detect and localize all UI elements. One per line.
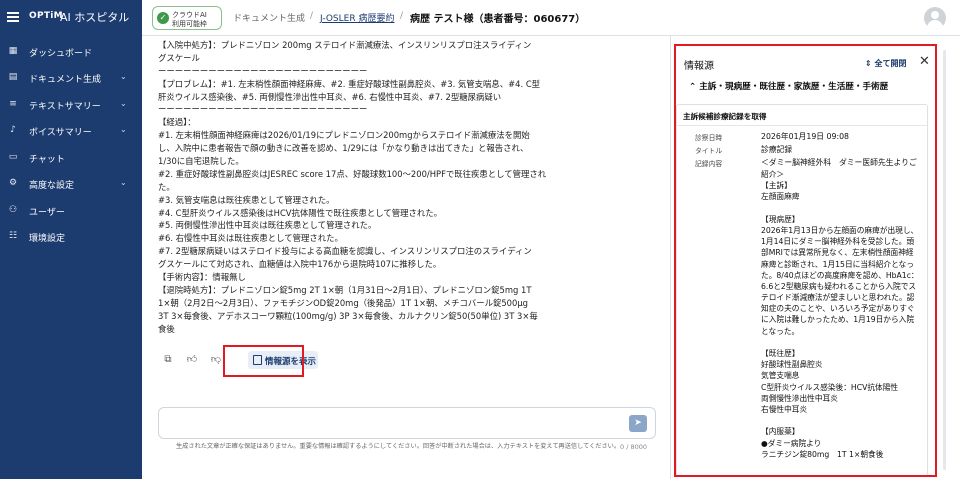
chat-main: 【入院中処方】：プレドニゾロン 200mg ステロイド漸減療法、インスリンリスプ… bbox=[142, 36, 670, 479]
brand-logo: OPTiM bbox=[29, 11, 63, 21]
sidebar-item-preferences[interactable]: ☷ 環境設定 bbox=[0, 225, 142, 249]
check-icon: ✓ bbox=[157, 12, 169, 24]
sidebar-item-document-generation[interactable]: ▤ ドキュメント生成 ⌄ bbox=[0, 66, 142, 90]
message-line: 食後 bbox=[158, 323, 175, 334]
sidebar-item-users[interactable]: ⚇ ユーザー bbox=[0, 199, 142, 223]
sidebar-item-dashboard[interactable]: ▦ ダッシュボード bbox=[0, 40, 142, 64]
breadcrumb-josler-link[interactable]: J-OSLER 病歴要約 bbox=[320, 11, 394, 24]
gear-icon: ⚙ bbox=[8, 178, 18, 188]
sidebar-item-voice-summary[interactable]: ♪ ボイスサマリー ⌄ bbox=[0, 119, 142, 143]
message-line: 【手術内容】：情報無し bbox=[158, 272, 246, 283]
message-line: 【入院中処方】：プレドニゾロン 200mg ステロイド漸減療法、インスリンリスプ… bbox=[158, 40, 532, 50]
chevron-down-icon: ⌄ bbox=[120, 72, 127, 81]
highlight-box bbox=[223, 345, 304, 377]
thumbs-down-icon[interactable]: 👎︎ bbox=[210, 354, 222, 366]
message-line: 【退院時処方】：プレドニゾロン錠5mg 2T 1×朝（1月31日～2月1日）、プ… bbox=[158, 284, 532, 295]
sidebar-item-label: ドキュメント生成 bbox=[29, 75, 102, 85]
sidebar-item-label: チャット bbox=[29, 155, 65, 165]
message-line: #2. 重症好酸球性副鼻腔炎はJESREC score 17点、好酸球数100～… bbox=[158, 168, 547, 179]
chevron-down-icon: ⌄ bbox=[120, 125, 127, 134]
sidebar-item-text-summary[interactable]: ≡ テキストサマリー ⌄ bbox=[0, 93, 142, 117]
sidebar-item-label: テキストサマリー bbox=[29, 102, 101, 112]
sidebar-item-label: ダッシュボード bbox=[29, 49, 93, 59]
user-avatar[interactable] bbox=[924, 7, 946, 29]
message-line: #7. 2型糖尿病疑いはステロイド投与による高血糖を認識し、インスリンリスプロ注… bbox=[158, 246, 532, 257]
cloud-badge-line2: 利用可能枠 bbox=[172, 20, 207, 28]
sidebar-item-label: ボイスサマリー bbox=[29, 128, 92, 138]
message-line: #4. C型肝炎ウイルス感染後はHCV抗体陽性で既往疾患として管理された。 bbox=[158, 207, 443, 218]
panel-scrollbar[interactable] bbox=[939, 44, 948, 477]
message-line: #5. 両側慢性滲出性中耳炎は既往疾患として管理された。 bbox=[158, 220, 377, 231]
breadcrumb-separator: / bbox=[400, 11, 404, 21]
sidebar-item-advanced-settings[interactable]: ⚙ 高度な設定 ⌄ bbox=[0, 172, 142, 196]
document-icon: ▤ bbox=[8, 72, 18, 82]
send-button[interactable]: ➤ bbox=[629, 415, 647, 432]
chat-icon: ▭ bbox=[8, 152, 18, 162]
settings-icon: ☷ bbox=[8, 231, 18, 241]
message-line: ーーーーーーーーーーーーーーーーーーーーーーーーー bbox=[158, 104, 368, 115]
sidebar-item-chat[interactable]: ▭ チャット bbox=[0, 146, 142, 170]
message-line: #3. 気管支喘息は既往疾患として管理された。 bbox=[158, 194, 335, 205]
message-line: 1/30に自宅退院した。 bbox=[158, 156, 244, 167]
users-icon: ⚇ bbox=[8, 205, 18, 215]
copy-icon[interactable]: ⧉ bbox=[162, 354, 174, 366]
grid-icon: ▦ bbox=[8, 46, 18, 56]
message-line: ーーーーーーーーーーーーーーーーーーーーーーーーー bbox=[158, 65, 368, 76]
message-line: 【プロブレム】：#1. 左末梢性顔面神経麻痺、#2. 重症好酸球性副鼻腔炎、#3… bbox=[158, 78, 541, 89]
message-line: #1. 左末梢性顔面神経麻痺は2026/01/19にプレドニゾロン200mgから… bbox=[158, 130, 530, 141]
chat-input[interactable]: ➤ bbox=[158, 407, 656, 439]
chevron-down-icon: ⌄ bbox=[120, 178, 127, 187]
assistant-message: 【入院中処方】：プレドニゾロン 200mg ステロイド漸減療法、インスリンリスプ… bbox=[158, 39, 553, 345]
sidebar-item-label: 環境設定 bbox=[29, 234, 66, 244]
thumbs-up-icon[interactable]: 👍︎ bbox=[186, 354, 198, 366]
breadcrumb-separator: / bbox=[310, 11, 314, 21]
breadcrumb-document-generation[interactable]: ドキュメント生成 bbox=[233, 11, 305, 24]
list-icon: ≡ bbox=[9, 99, 17, 109]
sidebar: ▦ ダッシュボード ▤ ドキュメント生成 ⌄ ≡ テキストサマリー ⌄ ♪ ボイ… bbox=[0, 36, 142, 479]
sidebar-item-label: 高度な設定 bbox=[29, 181, 75, 191]
message-line: 3T 3×毎食後、アデホスコーワ顆粒(100mg/g) 3P 3×毎食後、カルナ… bbox=[158, 310, 538, 321]
message-line: 1×朝（2月2日～2月3日）、ファモチジンOD錠20mg（後発品）1T 1×朝、… bbox=[158, 297, 528, 308]
message-line: 【経過】： bbox=[158, 117, 196, 128]
cloud-ai-badge: ✓ クラウドAI 利用可能枠 bbox=[152, 6, 222, 30]
chevron-down-icon: ⌄ bbox=[120, 99, 127, 108]
message-line: グスケールにて対応され、血糖値は入院中176から退院時107に推移した。 bbox=[158, 259, 442, 270]
menu-icon[interactable] bbox=[7, 12, 19, 22]
sidebar-item-label: ユーザー bbox=[29, 208, 65, 218]
message-line: #6. 右慢性中耳炎は既往疾患として管理された。 bbox=[158, 233, 343, 244]
disclaimer-text: 生成された文章が正確な保証はありません。重要な情報は確認するようにしてください。… bbox=[175, 443, 621, 450]
app-name: AI ホスピタル bbox=[60, 11, 130, 24]
highlight-box bbox=[674, 44, 937, 477]
page-title: 病歴 テスト様（患者番号：060677） bbox=[410, 14, 586, 25]
top-header: OPTiM AI ホスピタル ✓ クラウドAI 利用可能枠 ドキュメント生成 /… bbox=[0, 0, 960, 36]
logo-bar: OPTiM AI ホスピタル bbox=[0, 0, 142, 36]
char-counter: 0 / 8000 bbox=[620, 443, 647, 451]
app-window: OPTiM AI ホスピタル ✓ クラウドAI 利用可能枠 ドキュメント生成 /… bbox=[0, 0, 960, 479]
message-line: し、入院中に患者報告で顔の動きに改善を認め、1/29には「かなり動きは出てきた」… bbox=[158, 143, 529, 154]
message-line: た。 bbox=[158, 181, 175, 192]
message-line: グスケール bbox=[158, 52, 200, 63]
voice-icon: ♪ bbox=[10, 125, 16, 135]
message-line: 肝炎ウイルス感染後、#5. 両側慢性滲出性中耳炎、#6. 右慢性中耳炎、#7. … bbox=[158, 91, 502, 102]
